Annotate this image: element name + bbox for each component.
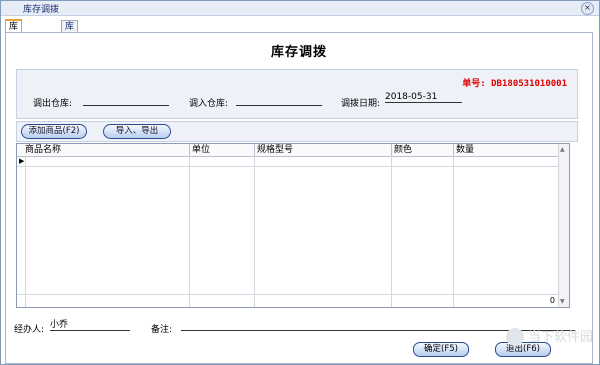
col-header-color[interactable]: 颜色 xyxy=(391,144,454,156)
close-icon[interactable]: × xyxy=(581,2,594,15)
grid-row-divider xyxy=(17,166,569,167)
grid-col-divider xyxy=(254,156,255,307)
transfer-form-panel: 库存调拨 单号: DB180531010001 调出仓库: 调入仓库: 调拨日期… xyxy=(5,32,593,364)
form-header: 单号: DB180531010001 调出仓库: 调入仓库: 调拨日期: 201… xyxy=(16,69,578,119)
import-export-button[interactable]: 导入、导出 xyxy=(103,124,171,139)
window-title: 库存调拨 xyxy=(23,5,60,15)
form-title: 库存调拨 xyxy=(270,45,327,60)
grid-col-divider xyxy=(25,156,26,307)
in-warehouse-field[interactable] xyxy=(236,95,322,106)
current-row-marker: ▶ xyxy=(19,157,25,165)
order-number: 单号: DB180531010001 xyxy=(462,76,567,89)
handler-field[interactable]: 小乔 xyxy=(50,320,130,331)
date-field[interactable]: 2018-05-31 xyxy=(385,92,462,103)
confirm-button[interactable]: 确定(F5) xyxy=(413,342,469,357)
grid-header: 商品名称 单位 规格型号 颜色 数量 xyxy=(17,144,569,157)
scroll-down-icon[interactable]: ▼ xyxy=(560,298,565,305)
title-bar: 库存调拨 × xyxy=(1,1,599,16)
out-warehouse-field[interactable] xyxy=(83,95,169,106)
remark-label: 备注: xyxy=(151,325,173,335)
col-header-quantity[interactable]: 数量 xyxy=(453,144,558,156)
grid-col-divider xyxy=(453,156,454,307)
order-number-value: DB180531010001 xyxy=(491,79,567,89)
date-label: 调拨日期: xyxy=(341,99,381,109)
scroll-up-icon[interactable]: ▲ xyxy=(560,146,565,153)
grid-total-divider xyxy=(17,294,569,295)
watermark: 当下软件园 xyxy=(505,326,593,346)
col-header-name[interactable]: 商品名称 xyxy=(23,144,189,156)
add-item-button[interactable]: 添加商品(F2) xyxy=(21,124,87,139)
items-grid[interactable]: 商品名称 单位 规格型号 颜色 数量 ▶ 0 ▲ ▼ xyxy=(16,143,570,308)
grid-toolbar: 添加商品(F2) 导入、导出 xyxy=(16,121,578,142)
col-header-spec[interactable]: 规格型号 xyxy=(254,144,391,156)
out-warehouse-label: 调出仓库: xyxy=(33,99,73,109)
grid-col-divider xyxy=(189,156,190,307)
grid-col-divider xyxy=(391,156,392,307)
watermark-logo-icon xyxy=(505,328,524,346)
col-header-unit[interactable]: 单位 xyxy=(189,144,254,156)
app-window: 库存调拨 × 库存调拨单 库存调拨查询 库存调拨 单号: DB180531010… xyxy=(0,0,600,365)
total-quantity: 0 xyxy=(549,296,555,305)
grid-scrollbar[interactable]: ▲ ▼ xyxy=(558,144,569,307)
order-number-label: 单号: xyxy=(462,79,486,89)
handler-label: 经办人: xyxy=(14,325,45,335)
watermark-text: 当下软件园 xyxy=(527,329,593,345)
in-warehouse-label: 调入仓库: xyxy=(189,99,229,109)
